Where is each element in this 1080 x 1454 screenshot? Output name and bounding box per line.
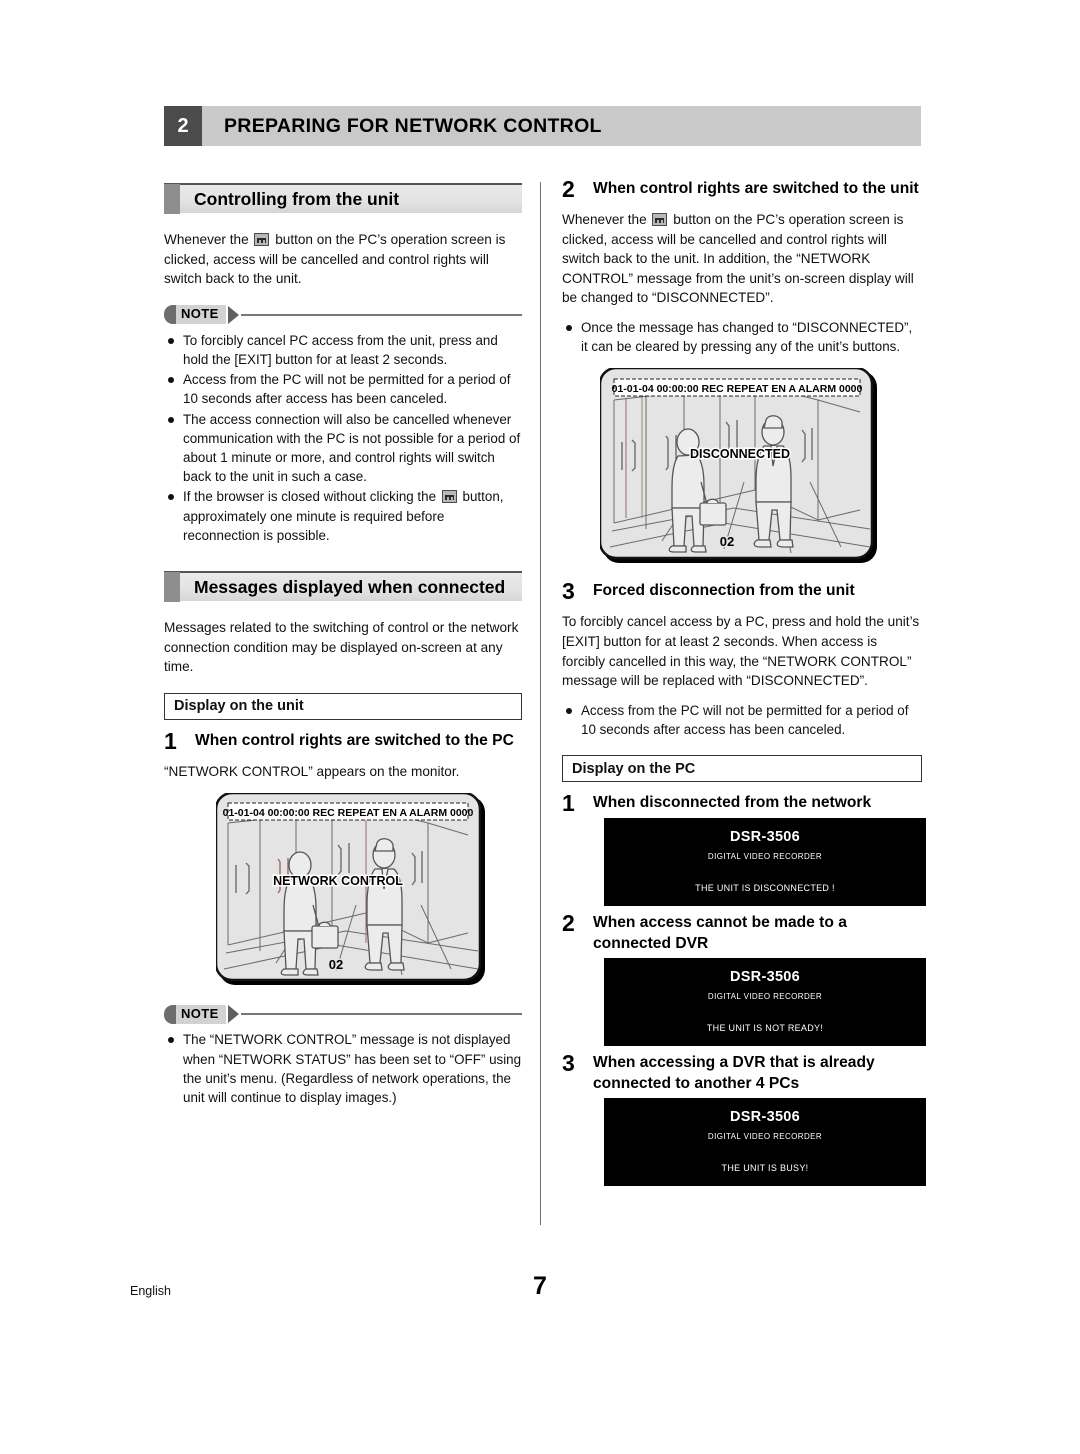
chapter-title: PREPARING FOR NETWORK CONTROL: [202, 106, 921, 146]
note-list: The “NETWORK CONTROL” message is not dis…: [164, 1030, 522, 1107]
list-item: Access from the PC will not be permitted…: [164, 370, 522, 408]
dvr-status-message: THE UNIT IS NOT READY!: [706, 1023, 824, 1034]
list-item: Once the message has changed to “DISCONN…: [562, 318, 922, 356]
step2-bullet-list: Once the message has changed to “DISCONN…: [562, 318, 922, 356]
pc-disconnect-button-icon: [441, 490, 457, 504]
step-number: 2: [562, 176, 575, 202]
note-block-controlling: NOTE To forcibly cancel PC access from t…: [164, 305, 522, 545]
monitor-illustration-disconnected: 01-01-04 00:00:00 REC REPEAT EN A ALARM …: [600, 368, 880, 566]
note-rule: [240, 313, 522, 316]
list-item-text-pre: If the browser is closed without clickin…: [183, 489, 437, 505]
pc-step-heading-1: 1 When disconnected from the network: [562, 790, 922, 817]
pc-disconnect-button-icon: [652, 213, 668, 226]
step-number: 1: [164, 727, 177, 754]
page-number: 7: [533, 1272, 547, 1300]
step-heading-3: 3 Forced disconnection from the unit: [562, 578, 922, 605]
left-column: Controlling from the unit Whenever the b…: [164, 183, 522, 1121]
step-title: When control rights are switched to the …: [195, 731, 514, 749]
pc-step-heading-3: 3 When accessing a DVR that is already c…: [562, 1052, 922, 1094]
dvr-subtitle-label: DIGITAL VIDEO RECORDER: [707, 992, 823, 1002]
section-header-controlling: Controlling from the unit: [164, 183, 522, 214]
dvr-status-message: THE UNIT IS BUSY!: [721, 1163, 809, 1174]
chapter-header: 2 PREPARING FOR NETWORK CONTROL: [164, 106, 921, 146]
step-title: When disconnected from the network: [593, 794, 872, 812]
dvr-screen-disconnected: DSR-3506 DIGITAL VIDEO RECORDER THE UNIT…: [604, 818, 926, 907]
step-title: Forced disconnection from the unit: [593, 582, 855, 600]
dvr-model-label: DSR-3506: [729, 829, 801, 846]
note-list: To forcibly cancel PC access from the un…: [164, 331, 522, 545]
list-item: The “NETWORK CONTROL” message is not dis…: [164, 1030, 522, 1107]
step-number: 3: [562, 578, 575, 605]
column-divider: [540, 182, 541, 1225]
body-text-pre: Whenever the: [562, 212, 647, 227]
right-column: 2 When control rights are switched to th…: [562, 172, 926, 1192]
step-title: When control rights are switched to the …: [593, 180, 919, 197]
note-block-messages: NOTE The “NETWORK CONTROL” message is no…: [164, 1004, 522, 1107]
step-number: 3: [562, 1050, 575, 1077]
osd-message-text: DISCONNECTED: [690, 447, 790, 461]
osd-top-text: 01-01-04 00:00:00 REC REPEAT EN A ALARM …: [612, 383, 863, 395]
chapter-number: 2: [164, 106, 202, 146]
step-title: When accessing a DVR that is already con…: [593, 1054, 875, 1093]
section-title: Messages displayed when connected: [194, 576, 506, 597]
osd-channel-text: 02: [329, 957, 343, 972]
step3-body-paragraph: To forcibly cancel access by a PC, press…: [562, 614, 920, 689]
dvr-screen-not-ready: DSR-3506 DIGITAL VIDEO RECORDER THE UNIT…: [604, 958, 926, 1047]
pc-step-heading-2: 2 When access cannot be made to a connec…: [562, 912, 922, 954]
step2-body-paragraph: Whenever the button on the PC’s operatio…: [562, 210, 922, 308]
note-bar: NOTE: [164, 1004, 522, 1024]
note-rule: [240, 1013, 522, 1016]
step3-bullet-list: Access from the PC will not be permitted…: [562, 701, 922, 739]
section-header-messages: Messages displayed when connected: [164, 571, 522, 603]
dvr-screen-busy: DSR-3506 DIGITAL VIDEO RECORDER THE UNIT…: [604, 1098, 926, 1187]
list-item: Access from the PC will not be permitted…: [562, 701, 922, 739]
messages-intro-paragraph: Messages related to the switching of con…: [164, 620, 519, 675]
step-title: When access cannot be made to a connecte…: [593, 914, 847, 953]
note-triangle-icon: [227, 1005, 239, 1024]
step-heading-1: 1 When control rights are switched to th…: [164, 727, 522, 754]
dvr-status-message: THE UNIT IS DISCONNECTED !: [695, 883, 835, 894]
note-bar: NOTE: [164, 305, 522, 325]
list-item: If the browser is closed without clickin…: [164, 487, 522, 545]
osd-channel-text: 02: [720, 534, 734, 549]
dvr-model-label: DSR-3506: [729, 969, 801, 986]
section-tab-marker: [164, 572, 180, 603]
note-cap-icon: [164, 1004, 176, 1024]
label-box-display-on-unit: Display on the unit: [164, 692, 522, 720]
note-triangle-icon: [227, 305, 239, 324]
section-title: Controlling from the unit: [194, 188, 400, 209]
step-body-text: “NETWORK CONTROL” appears on the monitor…: [164, 763, 460, 779]
pc-disconnect-button-icon: [254, 233, 270, 246]
note-label: NOTE: [176, 1004, 226, 1024]
step-number: 1: [562, 790, 575, 817]
controlling-intro-paragraph: Whenever the button on the PC’s operatio…: [164, 230, 522, 289]
dvr-subtitle-label: DIGITAL VIDEO RECORDER: [707, 1132, 823, 1142]
list-item: The access connection will also be cance…: [164, 410, 522, 487]
note-label: NOTE: [176, 305, 226, 325]
label-box-display-on-pc: Display on the PC: [562, 755, 922, 783]
dvr-subtitle-label: DIGITAL VIDEO RECORDER: [707, 852, 823, 862]
step-number: 2: [562, 910, 575, 937]
osd-message-text: NETWORK CONTROL: [273, 874, 403, 888]
section-tab-marker: [164, 184, 180, 214]
note-cap-icon: [164, 305, 176, 325]
list-item: To forcibly cancel PC access from the un…: [164, 331, 522, 369]
step-heading-2: 2 When control rights are switched to th…: [562, 176, 922, 202]
dvr-model-label: DSR-3506: [729, 1109, 801, 1126]
osd-top-text: 01-01-04 00:00:00 REC REPEAT EN A ALARM …: [223, 807, 474, 819]
intro-text-pre: Whenever the: [164, 232, 249, 247]
monitor-illustration-network-control: 01-01-04 00:00:00 REC REPEAT EN A ALARM …: [216, 793, 488, 988]
